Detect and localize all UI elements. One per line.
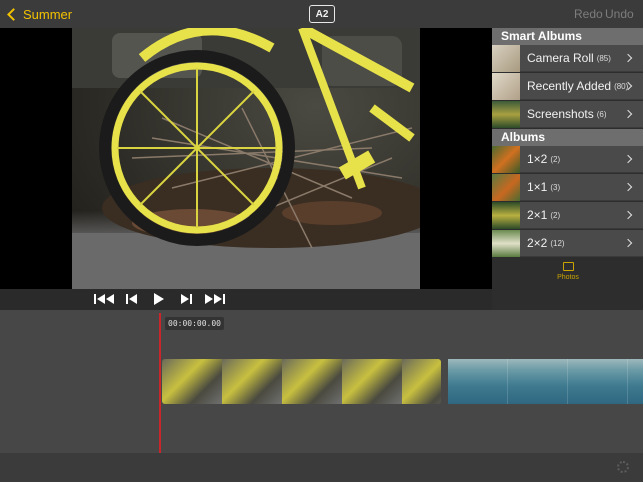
step-back-icon[interactable] (125, 292, 138, 306)
gear-icon[interactable] (617, 461, 629, 473)
album-row-1x1[interactable]: 1×1 (3) (492, 173, 643, 201)
album-label: Screenshots (527, 107, 594, 121)
transport-controls (0, 289, 492, 310)
clip-frame (282, 359, 342, 404)
chevron-right-icon (623, 154, 633, 164)
chevron-left-icon (7, 7, 20, 21)
top-bar: Summer A2 Redo Undo (0, 0, 643, 28)
chevron-right-icon (623, 182, 633, 192)
clip-frame (568, 359, 628, 404)
album-row-recently-added[interactable]: Recently Added (80) (492, 72, 643, 100)
playhead[interactable] (159, 313, 161, 453)
photos-icon (562, 262, 574, 271)
album-thumbnail (492, 100, 520, 128)
chevron-right-icon (623, 53, 633, 63)
redo-button[interactable]: Redo (574, 7, 603, 21)
album-row-1x2[interactable]: 1×2 (2) (492, 145, 643, 173)
timecode-readout: 00:00:00.00 (165, 317, 224, 330)
clip-frame (508, 359, 568, 404)
undo-button[interactable]: Undo (605, 7, 634, 21)
album-thumbnail (492, 145, 520, 173)
back-label: Summer (23, 6, 73, 22)
play-icon[interactable] (153, 292, 164, 306)
step-forward-icon[interactable] (180, 292, 193, 306)
chevron-right-icon (623, 238, 633, 248)
clip-frame (162, 359, 222, 404)
chevron-right-icon (623, 109, 633, 119)
tab-photos[interactable]: Photos (553, 262, 583, 288)
skip-to-end-icon[interactable] (204, 292, 226, 306)
album-thumbnail (492, 173, 520, 201)
album-row-screenshots[interactable]: Screenshots (6) (492, 100, 643, 128)
clip-frame (402, 359, 441, 404)
clip-frame (222, 359, 282, 404)
album-thumbnail (492, 201, 520, 229)
album-thumbnail (492, 72, 520, 100)
album-count: (2) (550, 154, 561, 164)
video-clip-water[interactable] (448, 359, 643, 404)
video-clip-bicycle[interactable] (162, 359, 441, 404)
tab-photos-label: Photos (557, 274, 579, 281)
album-count: (3) (550, 182, 561, 192)
album-count: (12) (550, 238, 565, 248)
clip-frame (342, 359, 402, 404)
smart-albums-header: Smart Albums (492, 28, 643, 45)
album-label: 1×2 (527, 152, 548, 166)
album-label: 1×1 (527, 180, 548, 194)
skip-to-start-icon[interactable] (94, 292, 116, 306)
album-row-camera-roll[interactable]: Camera Roll (85) (492, 44, 643, 72)
chevron-right-icon (623, 210, 633, 220)
bottom-toolbar (0, 453, 643, 482)
timeline[interactable]: 00:00:00.00 (0, 310, 643, 453)
back-button[interactable]: Summer (6, 5, 72, 23)
album-count: (6) (596, 109, 607, 119)
preview-image (72, 28, 420, 289)
album-count: (85) (596, 53, 611, 63)
aspect-ratio-button[interactable]: A2 (309, 5, 335, 23)
clip-frame (448, 359, 508, 404)
album-row-2x2[interactable]: 2×2 (12) (492, 229, 643, 257)
album-thumbnail (492, 229, 520, 257)
album-thumbnail (492, 44, 520, 72)
video-preview[interactable] (0, 28, 492, 289)
album-label: Camera Roll (527, 51, 594, 65)
album-label: Recently Added (527, 79, 612, 93)
album-count: (2) (550, 210, 561, 220)
album-label: 2×2 (527, 236, 548, 250)
album-row-2x1[interactable]: 2×1 (2) (492, 201, 643, 229)
albums-header: Albums (492, 129, 643, 146)
album-label: 2×1 (527, 208, 548, 222)
